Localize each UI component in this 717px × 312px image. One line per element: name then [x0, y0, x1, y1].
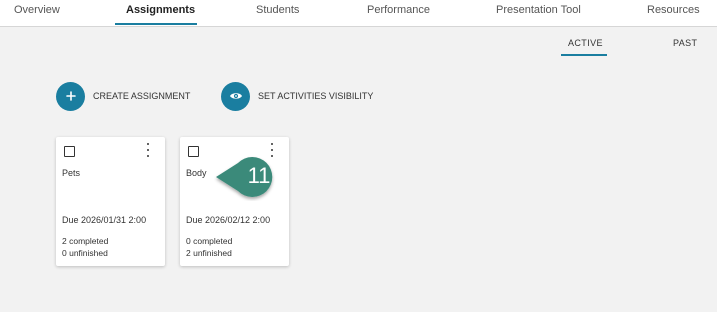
callout-number: 11 — [247, 163, 271, 188]
active-subtab-indicator — [561, 54, 607, 56]
tab-performance[interactable]: Performance — [367, 0, 430, 26]
create-assignment-label: CREATE ASSIGNMENT — [93, 91, 191, 101]
create-assignment-button[interactable]: CREATE ASSIGNMENT — [56, 81, 190, 111]
top-navigation: Overview Assignments Students Performanc… — [0, 0, 717, 27]
tab-overview[interactable]: Overview — [14, 0, 60, 26]
tab-resources[interactable]: Resources — [647, 0, 700, 26]
unfinished-count: 0 unfinished — [62, 248, 108, 258]
completed-count: 0 completed — [186, 236, 233, 246]
active-tab-indicator — [115, 23, 197, 25]
assignment-due-date: Due 2026/01/31 2:00 — [62, 215, 147, 225]
unfinished-count: 2 unfinished — [186, 248, 232, 258]
checkbox-icon[interactable] — [64, 146, 75, 157]
assignment-title: Pets — [62, 168, 81, 178]
more-vertical-icon[interactable] — [143, 143, 153, 157]
assignment-title: Body — [186, 168, 207, 178]
subtab-active[interactable]: ACTIVE — [568, 38, 603, 48]
plus-icon — [56, 81, 85, 111]
subtab-past[interactable]: PAST — [673, 38, 697, 48]
checkbox-icon[interactable] — [188, 146, 199, 157]
tab-students[interactable]: Students — [256, 0, 299, 26]
set-activities-visibility-button[interactable]: SET ACTIVITIES VISIBILITY — [221, 81, 373, 111]
assignment-due-date: Due 2026/02/12 2:00 — [186, 215, 271, 225]
tab-presentation-tool[interactable]: Presentation Tool — [496, 0, 581, 26]
assignment-card-pets[interactable]: Pets Due 2026/01/31 2:00 2 completed 0 u… — [56, 137, 165, 266]
set-activities-visibility-label: SET ACTIVITIES VISIBILITY — [258, 91, 374, 101]
completed-count: 2 completed — [62, 236, 109, 246]
eye-icon — [221, 81, 250, 111]
